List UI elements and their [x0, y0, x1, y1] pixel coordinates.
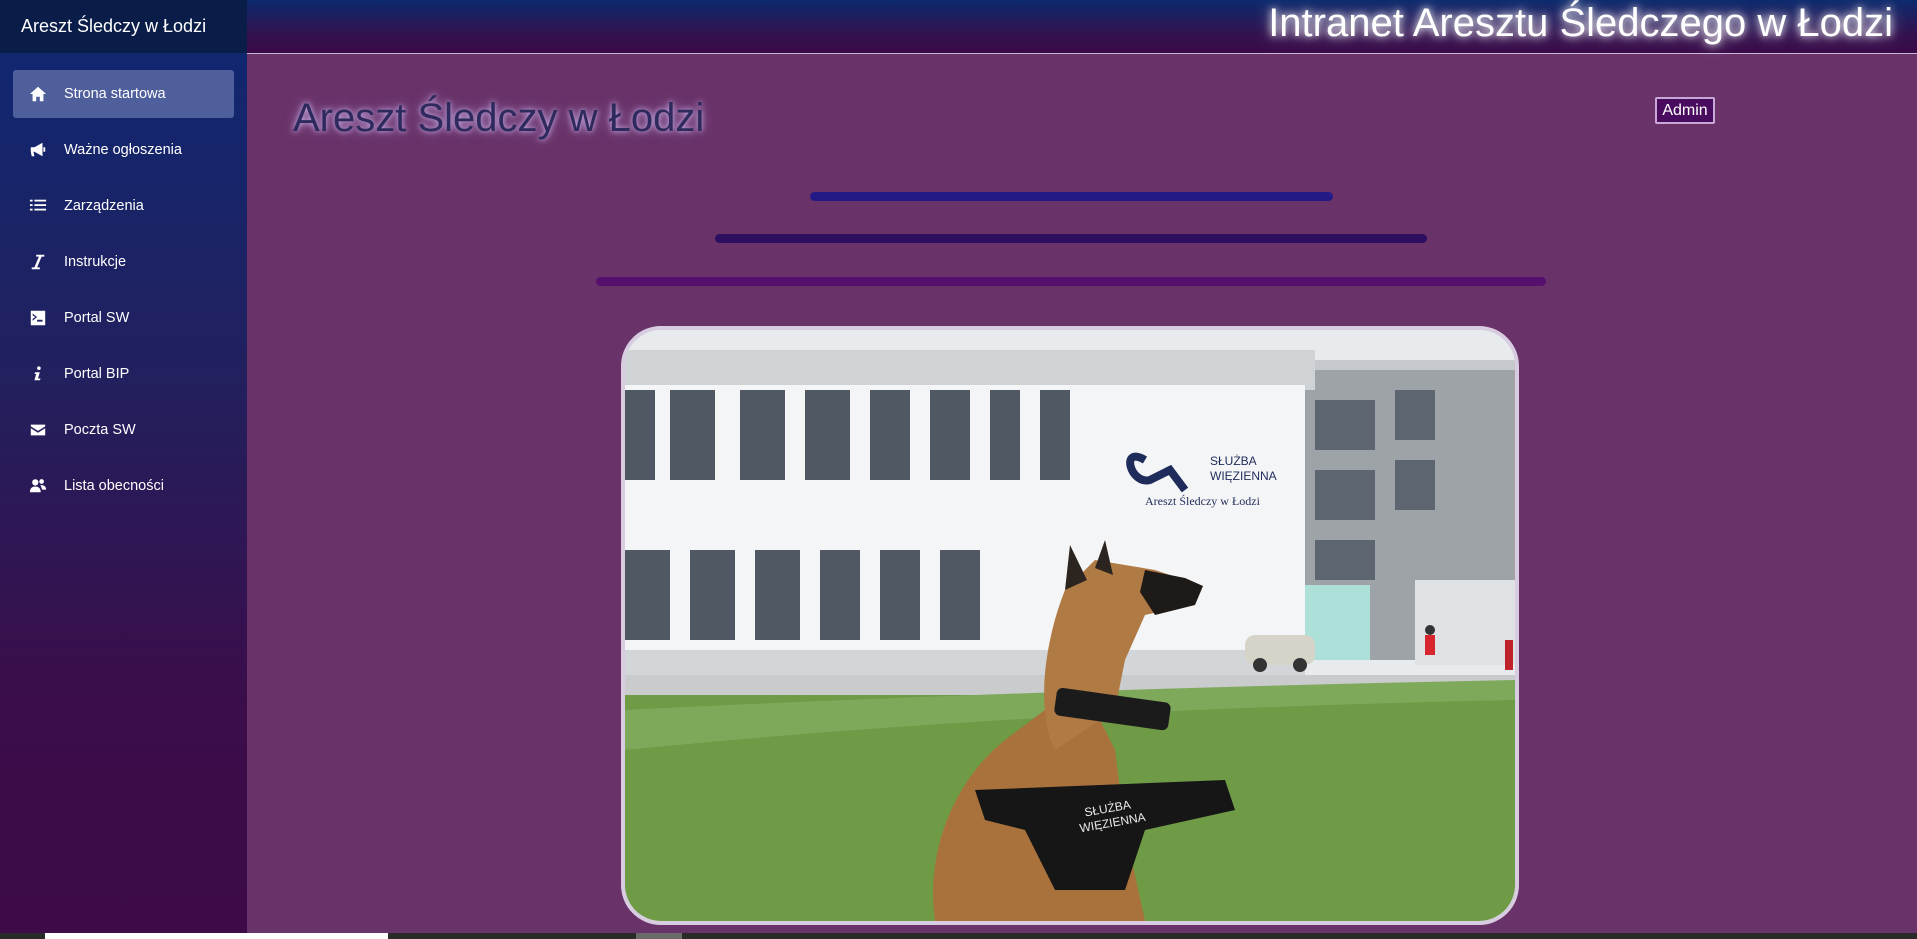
sidebar-item-strona-startowa[interactable]: Strona startowa	[13, 70, 234, 118]
hero-photo-illustration: SŁUŻBA WIĘZIENNA Areszt Śledczy w Łodzi	[625, 330, 1515, 921]
decorative-bar	[596, 277, 1546, 286]
sidebar-item-label: Poczta SW	[64, 422, 136, 438]
envelope-icon	[28, 420, 48, 440]
scrollbar-thumb[interactable]	[45, 933, 388, 939]
sidebar-item-instrukcje[interactable]: Instrukcje	[13, 238, 234, 286]
page-title: Areszt Śledczy w Łodzi	[293, 96, 705, 140]
sidebar-item-portal-bip[interactable]: Portal BIP	[13, 350, 234, 398]
sidebar-nav: Strona startowa Ważne ogłoszenia Zarządz…	[0, 53, 247, 510]
sidebar-item-label: Zarządzenia	[64, 198, 144, 214]
sidebar-item-wazne-ogloszenia[interactable]: Ważne ogłoszenia	[13, 126, 234, 174]
sidebar: Areszt Śledczy w Łodzi Strona startowa W…	[0, 0, 247, 939]
sidebar-item-label: Ważne ogłoszenia	[64, 142, 182, 158]
scrollbar-marker	[636, 933, 682, 939]
admin-button[interactable]: Admin	[1655, 97, 1715, 124]
decorative-bar	[810, 192, 1333, 201]
sidebar-item-label: Portal SW	[64, 310, 130, 326]
sidebar-item-label: Strona startowa	[64, 86, 166, 102]
header-title: Intranet Aresztu Śledczego w Łodzi	[1268, 1, 1893, 45]
sidebar-item-zarzadzenia[interactable]: Zarządzenia	[13, 182, 234, 230]
sidebar-item-label: Portal BIP	[64, 366, 130, 382]
sign-name: Areszt Śledczy w Łodzi	[1145, 494, 1261, 508]
sidebar-brand[interactable]: Areszt Śledczy w Łodzi	[0, 0, 247, 53]
info-icon	[28, 364, 48, 384]
top-bar: Intranet Aresztu Śledczego w Łodzi	[247, 0, 1917, 54]
hero-photo: SŁUŻBA WIĘZIENNA Areszt Śledczy w Łodzi	[621, 326, 1519, 925]
sidebar-item-label: Instrukcje	[64, 254, 127, 270]
sign-line-2: WIĘZIENNA	[1210, 469, 1277, 483]
sidebar-item-lista-obecnosci[interactable]: Lista obecności	[13, 462, 234, 510]
decorative-bar	[715, 234, 1427, 243]
sidebar-item-portal-sw[interactable]: Portal SW	[13, 294, 234, 342]
megaphone-icon	[28, 140, 48, 160]
horizontal-scrollbar[interactable]	[0, 933, 1917, 939]
terminal-icon	[28, 308, 48, 328]
sidebar-item-poczta-sw[interactable]: Poczta SW	[13, 406, 234, 454]
home-icon	[28, 84, 48, 104]
italic-icon	[28, 252, 48, 272]
sign-line-1: SŁUŻBA	[1210, 454, 1257, 468]
list-icon	[28, 196, 48, 216]
users-icon	[28, 476, 48, 496]
sidebar-item-label: Lista obecności	[64, 478, 164, 494]
